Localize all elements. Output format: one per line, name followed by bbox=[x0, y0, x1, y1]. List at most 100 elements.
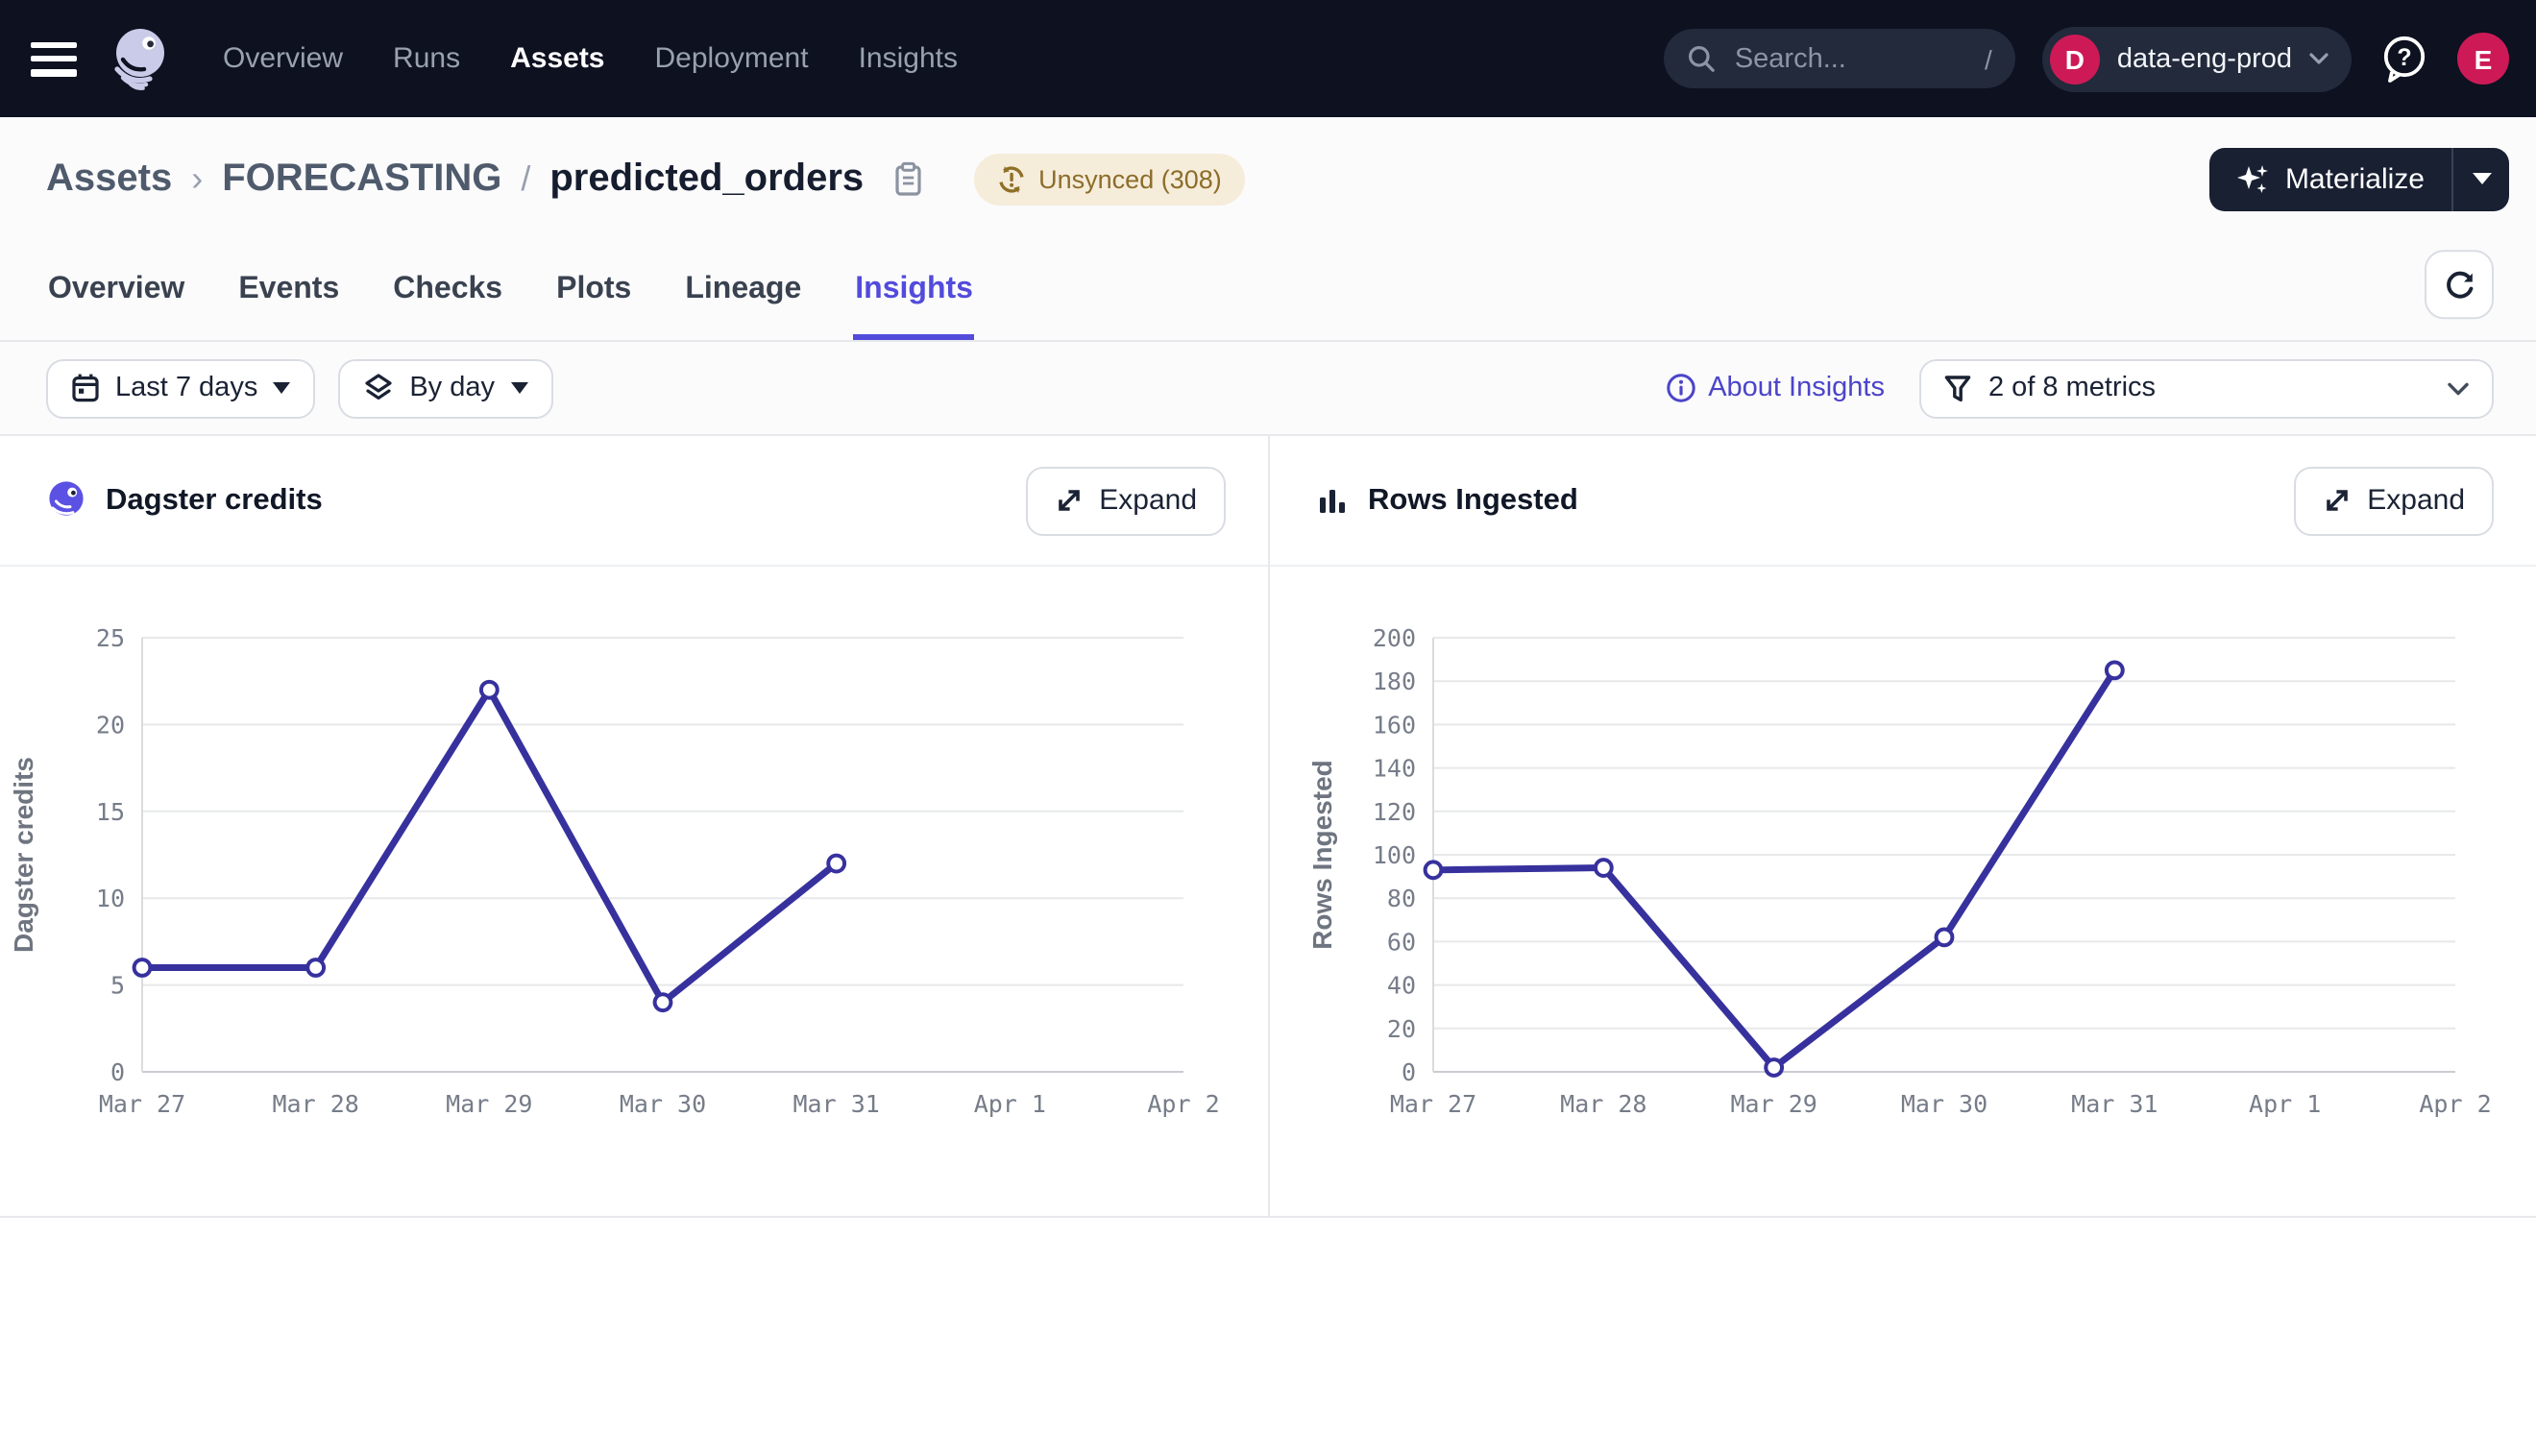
data-point-marker[interactable] bbox=[1937, 929, 1953, 945]
data-point-marker[interactable] bbox=[307, 959, 324, 976]
hamburger-menu-icon[interactable] bbox=[31, 41, 77, 76]
nav-item-assets[interactable]: Assets bbox=[510, 42, 604, 75]
caret-down-icon bbox=[510, 382, 527, 394]
x-tick-label: Mar 28 bbox=[1560, 1090, 1646, 1118]
nav-item-deployment[interactable]: Deployment bbox=[655, 42, 809, 75]
svg-text:?: ? bbox=[2397, 44, 2411, 71]
panel-header: Dagster credits Expand bbox=[0, 436, 1268, 567]
x-tick-label: Mar 31 bbox=[793, 1090, 880, 1118]
y-axis-title: Rows Ingested bbox=[1307, 760, 1337, 950]
tab-events[interactable]: Events bbox=[236, 240, 341, 340]
user-avatar[interactable]: E bbox=[2457, 33, 2509, 85]
tab-plots[interactable]: Plots bbox=[554, 240, 633, 340]
expand-button[interactable]: Expand bbox=[2294, 466, 2494, 535]
y-tick-label: 25 bbox=[96, 624, 125, 652]
granularity-label: By day bbox=[409, 373, 495, 403]
y-tick-label: 100 bbox=[1373, 841, 1416, 869]
x-tick-label: Apr 1 bbox=[974, 1090, 1046, 1118]
data-point-marker[interactable] bbox=[481, 682, 498, 698]
clipboard-icon bbox=[890, 160, 923, 197]
x-tick-label: Apr 2 bbox=[1147, 1090, 1219, 1118]
search-input[interactable] bbox=[1731, 41, 1969, 76]
sync-alert-icon bbox=[996, 164, 1025, 193]
x-tick-label: Mar 29 bbox=[1731, 1090, 1817, 1118]
page-header-band: Assets › FORECASTING / predicted_orders bbox=[0, 117, 2536, 436]
x-tick-label: Mar 30 bbox=[620, 1090, 706, 1118]
refresh-button[interactable] bbox=[2425, 250, 2494, 319]
org-badge: D bbox=[2050, 34, 2100, 84]
granularity-button[interactable]: By day bbox=[338, 358, 552, 418]
x-tick-label: Mar 27 bbox=[99, 1090, 185, 1118]
info-icon bbox=[1666, 373, 1696, 403]
expand-label: Expand bbox=[1099, 484, 1197, 517]
y-tick-label: 15 bbox=[96, 798, 125, 826]
page-header: Assets › FORECASTING / predicted_orders bbox=[0, 117, 2536, 240]
copy-asset-key-button[interactable] bbox=[887, 157, 927, 201]
panel-title: Dagster credits bbox=[106, 483, 323, 518]
data-point-marker[interactable] bbox=[655, 994, 671, 1010]
expand-icon bbox=[2323, 486, 2352, 515]
dagster-credits-chart[interactable]: 0510152025Mar 27Mar 28Mar 29Mar 30Mar 31… bbox=[0, 567, 1268, 1216]
x-tick-label: Mar 28 bbox=[273, 1090, 359, 1118]
tab-checks[interactable]: Checks bbox=[391, 240, 504, 340]
expand-button[interactable]: Expand bbox=[1026, 466, 1226, 535]
sync-status-label: Unsynced (308) bbox=[1038, 164, 1222, 193]
y-tick-label: 140 bbox=[1373, 755, 1416, 783]
data-point-marker[interactable] bbox=[134, 959, 151, 976]
insights-charts: Dagster credits Expand 0510152025Mar 27M… bbox=[0, 436, 2536, 1218]
sync-status-badge[interactable]: Unsynced (308) bbox=[973, 153, 1245, 205]
search-box[interactable]: / bbox=[1664, 29, 2015, 88]
materialize-label: Materialize bbox=[2285, 162, 2425, 195]
help-button[interactable]: ? bbox=[2378, 33, 2430, 85]
search-icon bbox=[1687, 44, 1716, 73]
materialize-button[interactable]: Materialize bbox=[2210, 147, 2451, 210]
x-tick-label: Mar 31 bbox=[2071, 1090, 2158, 1118]
data-point-marker[interactable] bbox=[828, 856, 844, 872]
data-point-marker[interactable] bbox=[1426, 861, 1442, 878]
refresh-icon bbox=[2443, 268, 2475, 301]
asset-title: predicted_orders bbox=[549, 157, 864, 201]
y-tick-label: 60 bbox=[1387, 928, 1416, 956]
about-insights-link[interactable]: About Insights bbox=[1666, 373, 1885, 403]
caret-down-icon bbox=[2472, 173, 2491, 184]
data-point-marker[interactable] bbox=[2107, 663, 2123, 679]
y-tick-label: 0 bbox=[110, 1058, 125, 1086]
breadcrumb-group-link[interactable]: FORECASTING bbox=[222, 157, 501, 201]
x-tick-label: Mar 27 bbox=[1390, 1090, 1476, 1118]
layers-icon bbox=[363, 373, 394, 403]
breadcrumb-chevron: › bbox=[191, 158, 203, 199]
date-range-label: Last 7 days bbox=[115, 373, 257, 403]
expand-label: Expand bbox=[2367, 484, 2465, 517]
tab-insights[interactable]: Insights bbox=[853, 240, 975, 340]
date-range-button[interactable]: Last 7 days bbox=[46, 358, 315, 418]
dagster-credits-panel: Dagster credits Expand 0510152025Mar 27M… bbox=[0, 436, 1268, 1216]
primary-nav: Overview Runs Assets Deployment Insights bbox=[223, 42, 958, 75]
data-point-marker[interactable] bbox=[1596, 860, 1612, 876]
y-tick-label: 0 bbox=[1402, 1058, 1416, 1086]
tab-lineage[interactable]: Lineage bbox=[683, 240, 803, 340]
panel-title: Rows Ingested bbox=[1368, 483, 1578, 518]
org-switcher[interactable]: D data-eng-prod bbox=[2042, 26, 2352, 91]
asset-tabs: Overview Events Checks Plots Lineage Ins… bbox=[0, 240, 2536, 342]
metrics-filter-select[interactable]: 2 of 8 metrics bbox=[1919, 358, 2494, 418]
breadcrumb-assets-link[interactable]: Assets bbox=[46, 157, 172, 201]
y-tick-label: 200 bbox=[1373, 624, 1416, 652]
bar-chart-icon bbox=[1316, 484, 1349, 517]
nav-item-insights[interactable]: Insights bbox=[859, 42, 958, 75]
materialize-caret-button[interactable] bbox=[2453, 147, 2509, 210]
nav-item-overview[interactable]: Overview bbox=[223, 42, 343, 75]
tab-overview[interactable]: Overview bbox=[46, 240, 186, 340]
rows-ingested-chart[interactable]: 020406080100120140160180200Mar 27Mar 28M… bbox=[1270, 567, 2536, 1216]
y-tick-label: 10 bbox=[96, 885, 125, 912]
sparkles-icon bbox=[2237, 162, 2270, 195]
org-name: data-eng-prod bbox=[2117, 43, 2292, 74]
funnel-icon bbox=[1944, 374, 1971, 402]
x-tick-label: Mar 29 bbox=[446, 1090, 532, 1118]
caret-down-icon bbox=[273, 382, 290, 394]
data-point-marker[interactable] bbox=[1766, 1059, 1782, 1076]
dagster-credits-icon bbox=[46, 480, 86, 521]
data-line bbox=[1433, 670, 2114, 1068]
x-tick-label: Apr 2 bbox=[2419, 1090, 2491, 1118]
nav-item-runs[interactable]: Runs bbox=[393, 42, 460, 75]
top-nav: Overview Runs Assets Deployment Insights… bbox=[0, 0, 2536, 117]
